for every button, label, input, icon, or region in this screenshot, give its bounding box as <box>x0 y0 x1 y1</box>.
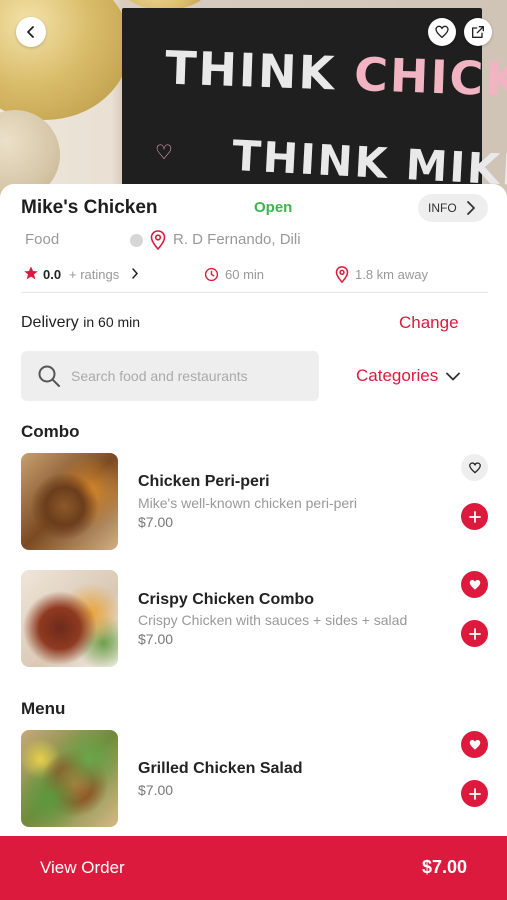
favorite-restaurant-button[interactable] <box>428 18 456 46</box>
chevron-right-icon <box>132 268 139 279</box>
heart-doodle: ♡ <box>155 142 173 164</box>
heart-filled-icon <box>469 739 480 750</box>
location-pin-icon <box>150 230 166 250</box>
chevron-right-icon <box>466 201 475 215</box>
info-label: INFO <box>428 201 457 215</box>
food-image[interactable] <box>21 570 118 667</box>
food-image[interactable] <box>21 453 118 550</box>
divider <box>21 292 488 293</box>
plus-icon <box>468 787 481 800</box>
rating-value: 0.0 <box>43 267 62 282</box>
distance: 1.8 km away <box>355 267 428 282</box>
heart-outline-icon <box>468 461 481 474</box>
section-title-combo: Combo <box>21 422 80 441</box>
search-placeholder: Search food and restaurants <box>71 368 248 384</box>
restaurant-stats: 0.0 + ratings 60 min 1.8 km away <box>0 262 507 286</box>
favorite-button[interactable] <box>461 454 488 481</box>
add-item-button[interactable] <box>461 503 488 530</box>
change-delivery-button[interactable]: Change <box>399 313 459 333</box>
chevron-left-icon <box>27 26 34 38</box>
order-total: $7.00 <box>422 857 468 877</box>
restaurant-hero-image: ♡ THINK CHICKEN THINK MIKE'S <box>0 0 507 200</box>
item-price: $7.00 <box>138 782 174 798</box>
item-description: Crispy Chicken with sauces + sides + sal… <box>138 612 408 628</box>
restaurant-category: Food <box>25 231 60 248</box>
item-price: $7.00 <box>138 631 174 647</box>
view-order-label: View Order <box>40 858 125 877</box>
balloon-decoration <box>0 0 130 120</box>
heart-filled-icon <box>469 579 480 590</box>
heart-icon <box>435 25 449 39</box>
add-item-button[interactable] <box>461 620 488 647</box>
view-order-button[interactable]: View Order $7.00 <box>0 836 507 900</box>
separator-dot <box>130 234 143 247</box>
favorite-button[interactable] <box>461 571 488 598</box>
categories-dropdown[interactable]: Categories <box>356 366 461 386</box>
section-title-menu: Menu <box>21 699 66 718</box>
location-pin-icon <box>335 266 349 283</box>
add-item-button[interactable] <box>461 780 488 807</box>
star-icon <box>24 266 38 280</box>
search-icon <box>38 365 60 387</box>
plus-icon <box>468 510 481 523</box>
share-button[interactable] <box>464 18 492 46</box>
restaurant-location: R. D Fernando, Dili <box>173 231 301 248</box>
item-description: Mike's well-known chicken peri-peri <box>138 495 357 511</box>
back-button[interactable] <box>16 17 46 47</box>
info-button[interactable]: INFO <box>418 194 488 222</box>
categories-label: Categories <box>356 366 439 385</box>
plus-icon <box>468 627 481 640</box>
delivery-time: 60 min <box>225 267 265 282</box>
food-image[interactable] <box>21 730 118 827</box>
item-name[interactable]: Crispy Chicken Combo <box>138 591 314 609</box>
favorite-button[interactable] <box>461 731 488 758</box>
chevron-down-icon <box>446 372 461 380</box>
open-status: Open <box>254 199 293 216</box>
delivery-eta: in 60 min <box>83 314 141 330</box>
share-icon <box>472 26 484 38</box>
item-price: $7.00 <box>138 514 174 530</box>
item-name[interactable]: Chicken Peri-peri <box>138 473 270 491</box>
delivery-info: Delivery in 60 min <box>21 314 140 332</box>
delivery-label: Delivery <box>21 314 79 331</box>
restaurant-name: Mike's Chicken <box>21 197 158 218</box>
ratings-link[interactable]: + ratings <box>69 267 119 282</box>
clock-icon <box>204 267 219 282</box>
item-name[interactable]: Grilled Chicken Salad <box>138 760 303 778</box>
search-input[interactable]: Search food and restaurants <box>21 351 319 401</box>
